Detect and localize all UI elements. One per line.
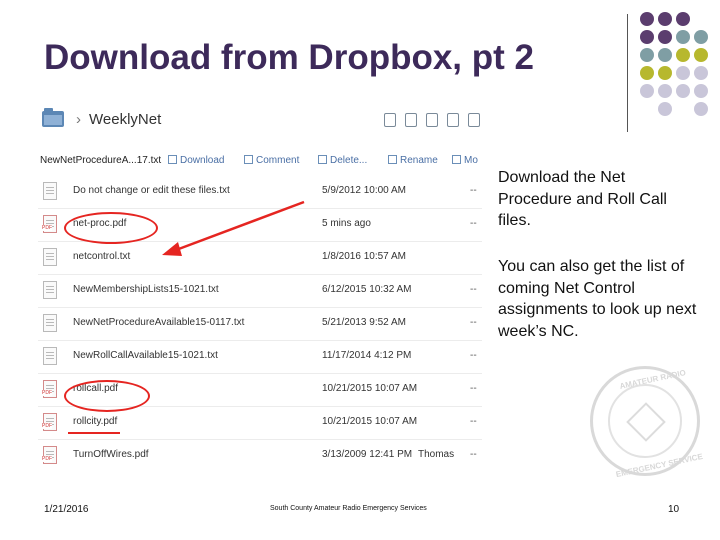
decorative-dot xyxy=(658,84,672,98)
decorative-dot xyxy=(676,84,690,98)
decorative-dot xyxy=(658,66,672,80)
decorative-dot xyxy=(676,66,690,80)
decorative-dot xyxy=(658,48,672,62)
bullet-text-netcontrol: You can also get the list of coming Net … xyxy=(498,258,697,340)
ares-diamond-emblem xyxy=(626,402,666,442)
bullet-text-download: Download the Net Procedure and Roll Call… xyxy=(498,169,667,229)
decorative-dot xyxy=(640,84,654,98)
decorative-dot xyxy=(694,66,708,80)
decorative-dot xyxy=(640,48,654,62)
decorative-dot xyxy=(676,48,690,62)
red-arrow xyxy=(162,200,305,256)
title-divider-line xyxy=(627,14,628,132)
ares-logo: AMATEUR RADIO EMERGENCY SERVICE xyxy=(590,366,704,479)
decorative-dot xyxy=(658,12,672,26)
decorative-dot xyxy=(694,30,708,44)
decorative-dot xyxy=(676,30,690,44)
decorative-dot-grid xyxy=(640,12,720,116)
decorative-dot xyxy=(694,102,708,116)
footer-date: 1/21/2016 xyxy=(44,504,89,515)
decorative-dot xyxy=(640,12,654,26)
decorative-dot xyxy=(676,12,690,26)
decorative-dot xyxy=(694,48,708,62)
decorative-dot xyxy=(658,102,672,116)
dropbox-screenshot: › WeeklyNet NewNetProcedureA...17.txt Do… xyxy=(38,100,482,470)
decorative-dot xyxy=(640,30,654,44)
decorative-dot xyxy=(640,66,654,80)
decorative-dot xyxy=(658,30,672,44)
ares-logo-bottom-text: EMERGENCY SERVICE xyxy=(615,451,704,480)
decorative-dot xyxy=(694,84,708,98)
footer-page-number: 10 xyxy=(668,504,680,515)
slide-title: Download from Dropbox, pt 2 xyxy=(44,38,534,77)
footer-organization: South County Amateur Radio Emergency Ser… xyxy=(270,505,427,512)
ares-logo-inner-ring xyxy=(608,384,682,458)
